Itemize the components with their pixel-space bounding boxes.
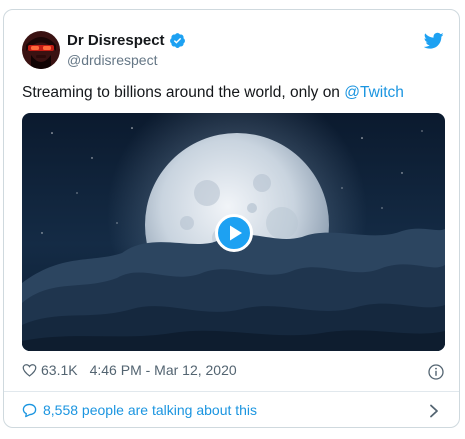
author-handle[interactable]: @drdisrespect bbox=[67, 52, 157, 68]
heart-icon[interactable] bbox=[22, 363, 37, 377]
play-icon[interactable] bbox=[215, 214, 253, 252]
info-icon[interactable] bbox=[428, 364, 444, 380]
twitch-mention-link[interactable]: @Twitch bbox=[344, 84, 404, 101]
tweet-meta: 63.1K 4:46 PM - Mar 12, 2020 bbox=[22, 362, 237, 378]
verified-badge-icon bbox=[169, 33, 185, 48]
tweet-embed-card: Dr Disrespect @drdisrespect Streaming to… bbox=[3, 9, 460, 428]
author-name[interactable]: Dr Disrespect bbox=[67, 32, 186, 49]
video-thumbnail[interactable] bbox=[22, 113, 445, 351]
speech-bubble-icon bbox=[22, 403, 37, 418]
avatar[interactable] bbox=[22, 31, 60, 69]
author-name-text: Dr Disrespect bbox=[67, 32, 165, 49]
twitter-bird-icon[interactable] bbox=[424, 32, 444, 50]
tweet-text-body: Streaming to billions around the world, … bbox=[22, 84, 345, 101]
conversation-link[interactable]: 8,558 people are talking about this bbox=[4, 392, 459, 427]
chevron-right-icon bbox=[430, 404, 438, 418]
like-count[interactable]: 63.1K bbox=[41, 362, 78, 378]
talking-about-text: 8,558 people are talking about this bbox=[43, 402, 258, 418]
tweet-text: Streaming to billions around the world, … bbox=[22, 84, 404, 102]
tweet-timestamp[interactable]: 4:46 PM - Mar 12, 2020 bbox=[90, 362, 237, 378]
